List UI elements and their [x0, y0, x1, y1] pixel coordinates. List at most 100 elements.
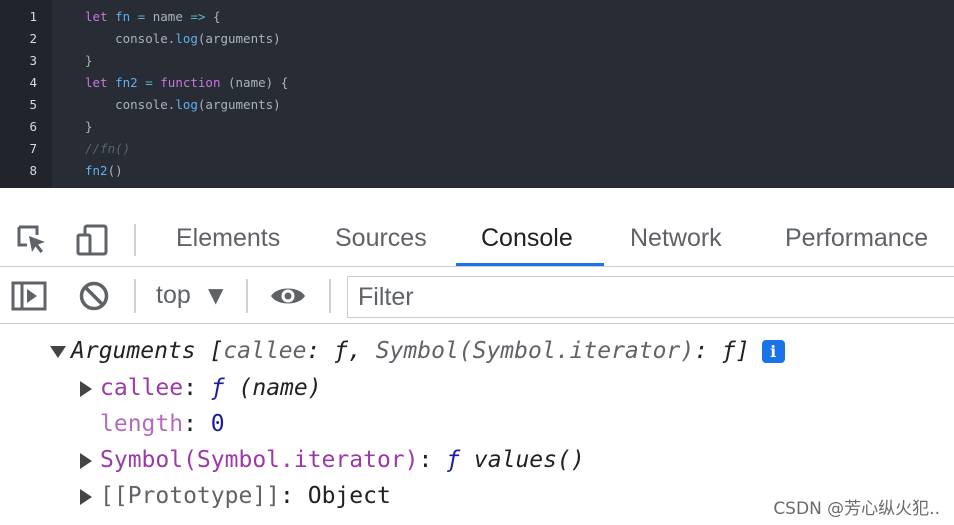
line-number: 8 — [29, 163, 37, 178]
collapsed-triangle-icon[interactable] — [80, 380, 92, 397]
arguments-object-row[interactable]: Arguments [callee: ƒ, Symbol(Symbol.iter… — [50, 333, 785, 369]
object-label: Arguments — [71, 338, 196, 364]
property-key: [[Prototype]] — [100, 483, 281, 509]
preview-function-glyph: ƒ — [721, 338, 736, 364]
preview-callee-key: callee — [223, 338, 307, 364]
code-line[interactable]: 3} — [0, 50, 954, 72]
code-text: console.log(arguments) — [85, 28, 281, 50]
tab-performance[interactable]: Performance — [785, 214, 928, 266]
line-number: 2 — [29, 31, 37, 46]
code-token: fn2 — [85, 163, 108, 178]
line-number: 4 — [29, 75, 37, 90]
context-dropdown-arrow-icon[interactable]: ▼ — [208, 280, 223, 310]
property-colon: : — [183, 411, 211, 437]
property-value: Object — [307, 483, 391, 509]
code-token: //fn() — [85, 141, 131, 156]
code-text: let fn2 = function (name) { — [85, 72, 288, 94]
property-key: length — [100, 411, 184, 437]
property-value: (name) — [224, 375, 322, 401]
device-toolbar-icon[interactable] — [72, 214, 112, 266]
property-colon: : — [418, 447, 447, 473]
toolbar-separator — [329, 279, 331, 313]
property-value: values() — [460, 447, 585, 473]
property-length-row: length: 0 — [100, 406, 225, 442]
toolbar-separator — [134, 279, 136, 313]
code-line[interactable]: 1 let fn = name => { — [0, 6, 954, 28]
tab-elements[interactable]: Elements — [176, 214, 280, 266]
function-glyph: ƒ — [210, 375, 225, 401]
line-number: 1 — [29, 9, 37, 24]
tab-console[interactable]: Console — [456, 214, 604, 266]
function-glyph: ƒ — [446, 447, 461, 473]
property-colon: : — [280, 483, 308, 509]
code-token: = — [130, 9, 153, 24]
code-token: console. — [85, 97, 176, 112]
code-token: fn — [115, 9, 131, 24]
code-text: } — [85, 116, 93, 138]
code-token: log — [175, 97, 198, 112]
filter-input[interactable] — [347, 276, 954, 318]
preview-comma: , — [347, 338, 376, 364]
code-token: () — [107, 163, 123, 178]
code-line[interactable]: 7 //fn() — [0, 138, 954, 160]
code-token: } — [85, 119, 93, 134]
property-colon: : — [183, 375, 211, 401]
tab-network[interactable]: Network — [630, 214, 722, 266]
code-text: //fn() — [85, 138, 130, 160]
code-token: name — [152, 9, 191, 24]
toolbar-separator — [246, 279, 248, 313]
property-key: Symbol(Symbol.iterator) — [100, 447, 419, 473]
clear-console-icon[interactable] — [74, 268, 114, 323]
code-text: console.log(arguments) — [85, 94, 281, 116]
code-token: } — [85, 53, 93, 68]
code-token: log — [175, 31, 198, 46]
code-line[interactable]: 5 console.log(arguments) — [0, 94, 954, 116]
preview-close-bracket: ] — [735, 338, 750, 364]
devtools-panel: Elements Sources Console Network Perform… — [0, 188, 954, 525]
preview-separator: : — [694, 338, 722, 364]
execution-context-selector[interactable]: top — [156, 268, 191, 323]
code-line[interactable]: 6} — [0, 116, 954, 138]
code-text: let fn = name => { — [85, 6, 221, 28]
code-token: (name) { — [220, 75, 289, 90]
inspect-element-icon[interactable] — [12, 214, 52, 266]
code-token: let — [85, 9, 116, 24]
code-token: fn2 — [115, 75, 138, 90]
sidebar-toggle-icon[interactable] — [9, 268, 49, 323]
code-editor[interactable]: 1 let fn = name => {2 console.log(argumen… — [0, 0, 954, 188]
collapsed-triangle-icon[interactable] — [80, 488, 92, 505]
code-line[interactable]: 8 fn2() — [0, 160, 954, 182]
code-token: (arguments) — [197, 97, 281, 112]
property-key: callee — [100, 375, 184, 401]
line-number: 7 — [29, 141, 37, 156]
code-token: let — [85, 75, 116, 90]
tab-separator — [134, 224, 136, 256]
code-token: = — [137, 75, 161, 90]
property-prototype-row[interactable]: [[Prototype]]: Object — [80, 478, 391, 514]
code-line[interactable]: 4 let fn2 = function (name) { — [0, 72, 954, 94]
preview-symbol-key: Symbol(Symbol.iterator) — [375, 338, 695, 364]
line-number: 6 — [29, 119, 37, 134]
console-toolbar: top ▼ — [0, 268, 954, 324]
expanded-triangle-icon[interactable] — [50, 345, 66, 358]
preview-separator: : — [306, 338, 335, 364]
property-symbol-iterator-row[interactable]: Symbol(Symbol.iterator): ƒ values() — [80, 442, 585, 478]
preview-open-bracket: [ — [195, 338, 224, 364]
live-expression-eye-icon[interactable] — [268, 268, 308, 323]
property-callee-row[interactable]: callee: ƒ (name) — [80, 370, 322, 406]
code-token: { — [205, 9, 221, 24]
code-token: console. — [85, 31, 176, 46]
line-number: 3 — [29, 53, 37, 68]
line-number: 5 — [29, 97, 37, 112]
preview-function-glyph: ƒ — [334, 338, 348, 364]
code-text: } — [85, 50, 93, 72]
code-line[interactable]: 2 console.log(arguments) — [0, 28, 954, 50]
code-text: fn2() — [85, 160, 123, 182]
code-token: function — [160, 75, 221, 90]
devtools-tab-bar: Elements Sources Console Network Perform… — [0, 214, 954, 267]
code-token: => — [190, 9, 206, 24]
collapsed-triangle-icon[interactable] — [80, 452, 92, 469]
tab-sources[interactable]: Sources — [335, 214, 427, 266]
code-token: (arguments) — [197, 31, 281, 46]
info-badge-icon[interactable]: i — [761, 340, 785, 363]
